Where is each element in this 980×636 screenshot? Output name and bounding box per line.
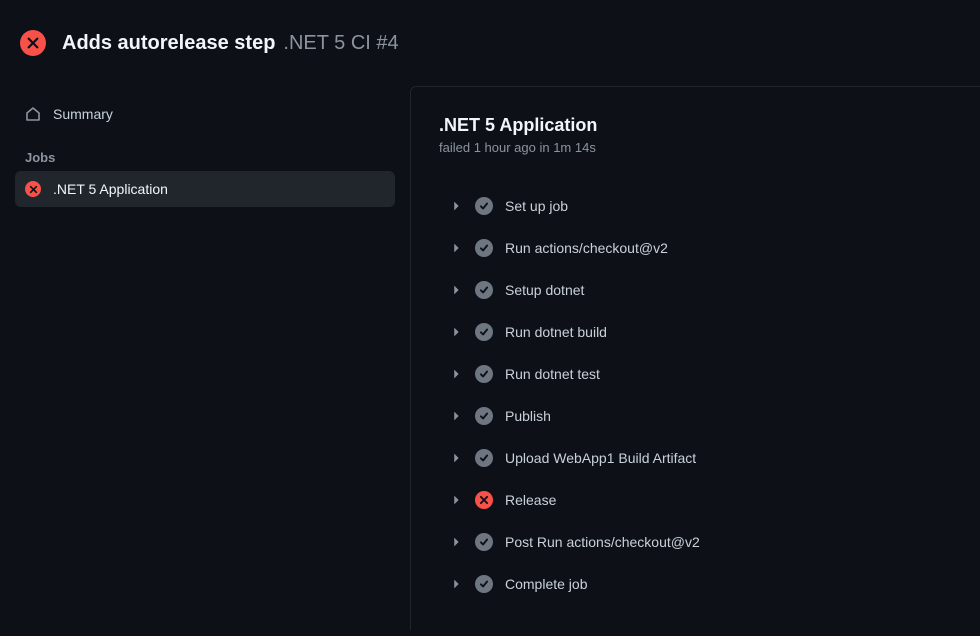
- step-row[interactable]: Run dotnet test: [411, 353, 980, 395]
- sidebar-item-label: Summary: [53, 106, 113, 122]
- page-header: Adds autorelease step .NET 5 CI #4: [0, 0, 980, 86]
- step-row[interactable]: Upload WebApp1 Build Artifact: [411, 437, 980, 479]
- step-label: Setup dotnet: [505, 282, 584, 298]
- chevron-right-icon: [449, 283, 463, 297]
- chevron-right-icon: [449, 577, 463, 591]
- sidebar-item-summary[interactable]: Summary: [15, 96, 395, 132]
- step-label: Run actions/checkout@v2: [505, 240, 668, 256]
- run-title[interactable]: Adds autorelease step: [62, 32, 275, 55]
- check-circle-icon: [475, 197, 493, 215]
- x-circle-icon: [475, 491, 493, 509]
- sidebar-section-jobs: Jobs: [15, 132, 395, 171]
- chevron-right-icon: [449, 325, 463, 339]
- chevron-right-icon: [449, 451, 463, 465]
- step-row[interactable]: Run dotnet build: [411, 311, 980, 353]
- chevron-right-icon: [449, 199, 463, 213]
- step-label: Publish: [505, 408, 551, 424]
- job-panel: .NET 5 Application failed 1 hour ago in …: [410, 86, 980, 630]
- home-icon: [25, 106, 41, 122]
- sidebar-item-job[interactable]: .NET 5 Application: [15, 171, 395, 207]
- step-label: Release: [505, 492, 556, 508]
- step-row[interactable]: Run actions/checkout@v2: [411, 227, 980, 269]
- check-circle-icon: [475, 323, 493, 341]
- job-panel-header: .NET 5 Application failed 1 hour ago in …: [411, 115, 980, 165]
- step-row[interactable]: Complete job: [411, 563, 980, 605]
- steps-list: Set up job Run actions/checkout@v2 Setup d…: [411, 165, 980, 605]
- step-row[interactable]: Set up job: [411, 185, 980, 227]
- check-circle-icon: [475, 239, 493, 257]
- run-status-fail-icon: [20, 30, 46, 56]
- check-circle-icon: [475, 533, 493, 551]
- check-circle-icon: [475, 449, 493, 467]
- sidebar: Summary Jobs .NET 5 Application: [0, 86, 410, 630]
- step-label: Complete job: [505, 576, 588, 592]
- job-status-line: failed 1 hour ago in 1m 14s: [439, 140, 952, 155]
- job-title: .NET 5 Application: [439, 115, 952, 136]
- check-circle-icon: [475, 407, 493, 425]
- step-row[interactable]: Publish: [411, 395, 980, 437]
- step-label: Upload WebApp1 Build Artifact: [505, 450, 696, 466]
- chevron-right-icon: [449, 241, 463, 255]
- chevron-right-icon: [449, 493, 463, 507]
- sidebar-item-label: .NET 5 Application: [53, 181, 168, 197]
- check-circle-icon: [475, 575, 493, 593]
- step-row[interactable]: Post Run actions/checkout@v2: [411, 521, 980, 563]
- step-row[interactable]: Setup dotnet: [411, 269, 980, 311]
- breadcrumb: Adds autorelease step .NET 5 CI #4: [62, 32, 399, 55]
- step-label: Set up job: [505, 198, 568, 214]
- check-circle-icon: [475, 281, 493, 299]
- x-circle-icon: [25, 181, 41, 197]
- chevron-right-icon: [449, 409, 463, 423]
- step-label: Run dotnet test: [505, 366, 600, 382]
- check-circle-icon: [475, 365, 493, 383]
- workflow-run-number[interactable]: .NET 5 CI #4: [283, 32, 398, 55]
- step-label: Post Run actions/checkout@v2: [505, 534, 700, 550]
- step-label: Run dotnet build: [505, 324, 607, 340]
- step-row[interactable]: Release: [411, 479, 980, 521]
- chevron-right-icon: [449, 535, 463, 549]
- chevron-right-icon: [449, 367, 463, 381]
